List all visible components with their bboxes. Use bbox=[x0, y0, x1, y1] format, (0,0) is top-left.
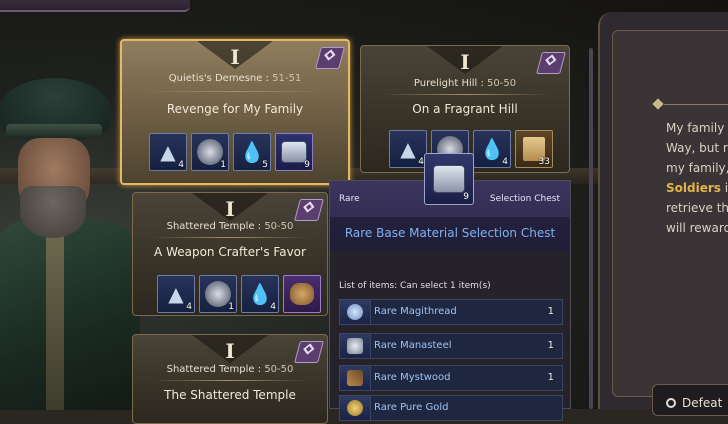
story-text-fragment: in bbox=[724, 181, 728, 195]
reward-item[interactable]: ▲ 4 bbox=[157, 275, 195, 313]
objective-label: Defeat bbox=[682, 396, 723, 410]
level-range: 51-51 bbox=[272, 73, 302, 84]
story-text-line: my family, bbox=[666, 161, 728, 175]
magithread-icon bbox=[340, 300, 371, 324]
crystal-icon: ▲ bbox=[160, 140, 176, 164]
story-text-line: Soldiers in bbox=[666, 181, 728, 195]
crystal-icon: ▲ bbox=[168, 282, 184, 306]
item-type: Selection Chest bbox=[489, 194, 560, 204]
selection-item-qty: 1 bbox=[547, 372, 554, 383]
item-name: Rare Base Material Selection Chest bbox=[344, 226, 556, 240]
crystal-icon: ▲ bbox=[400, 137, 416, 161]
story-divider bbox=[664, 104, 728, 105]
card-divider bbox=[381, 94, 549, 95]
ore-icon bbox=[290, 283, 314, 305]
reward-item[interactable]: 1 bbox=[199, 275, 237, 313]
selection-item-qty: 1 bbox=[547, 306, 554, 317]
selection-chest-icon bbox=[433, 165, 465, 193]
manasteel-icon bbox=[340, 334, 371, 358]
selection-list-title: List of items: Can select 1 item(s) bbox=[339, 281, 491, 291]
selection-item-name: Rare Mystwood bbox=[374, 372, 451, 383]
reward-item[interactable]: ▲ 4 bbox=[149, 133, 187, 171]
quest-location: Shattered Temple : 50-50 bbox=[166, 364, 294, 375]
story-text-line: retrieve the bbox=[666, 201, 728, 215]
reward-item[interactable]: ▲ 4 bbox=[389, 130, 427, 168]
quest-list-scrollbar[interactable] bbox=[589, 48, 593, 409]
hovered-reward-item[interactable]: 9 bbox=[424, 153, 474, 205]
location-name: Shattered Temple bbox=[166, 221, 255, 232]
location-name: Purelight Hill bbox=[413, 78, 478, 89]
npc-coat bbox=[0, 220, 140, 410]
mystwood-icon bbox=[340, 366, 371, 390]
quest-title: The Shattered Temple bbox=[164, 388, 296, 402]
reward-item[interactable]: 9 bbox=[275, 133, 313, 171]
quest-location: Purelight Hill : 50-50 bbox=[413, 78, 517, 89]
reward-row: ▲ 4 1 💧 4 bbox=[157, 275, 321, 313]
item-rarity: Rare bbox=[339, 194, 360, 204]
quest-location: Shattered Temple : 50-50 bbox=[166, 221, 294, 232]
quest-card[interactable]: I Shattered Temple : 50-50 A Weapon Craf… bbox=[132, 192, 328, 316]
selection-row[interactable]: Rare Manasteel 1 bbox=[339, 333, 563, 359]
item-tooltip: Rare Selection Chest Rare Base Material … bbox=[329, 180, 571, 421]
location-name: Shattered Temple bbox=[166, 364, 255, 375]
reward-item[interactable]: 1 bbox=[191, 133, 229, 171]
quest-location: Quietis's Demesne : 51-51 bbox=[168, 73, 302, 84]
npc-coat-trim bbox=[46, 230, 64, 410]
quest-title: Revenge for My Family bbox=[166, 102, 304, 116]
level-range: 50-50 bbox=[264, 364, 294, 375]
selection-row[interactable]: Rare Magithread 1 bbox=[339, 299, 563, 325]
selection-item-name: Rare Manasteel bbox=[374, 340, 452, 351]
reward-item[interactable]: 💧 5 bbox=[233, 133, 271, 171]
npc-turban-band bbox=[6, 124, 102, 138]
selection-row[interactable]: Rare Pure Gold bbox=[339, 395, 563, 421]
story-text-line: My family t bbox=[666, 121, 728, 135]
reward-item[interactable]: 💧 4 bbox=[241, 275, 279, 313]
selection-item-name: Rare Pure Gold bbox=[374, 402, 449, 413]
location-name: Quietis's Demesne bbox=[168, 73, 263, 84]
quest-title: On a Fragrant Hill bbox=[412, 102, 518, 116]
story-text-line: Way, but re bbox=[666, 141, 728, 155]
npc-beard bbox=[20, 186, 86, 238]
water-drop-icon: 💧 bbox=[247, 282, 273, 306]
card-divider bbox=[152, 237, 308, 238]
water-drop-icon: 💧 bbox=[239, 140, 265, 164]
reward-item[interactable]: 33 bbox=[515, 130, 553, 168]
quest-numeral: I bbox=[230, 45, 240, 69]
reward-item[interactable]: 💧 4 bbox=[473, 130, 511, 168]
quest-title: A Weapon Crafter's Favor bbox=[154, 245, 306, 259]
level-range: 50-50 bbox=[264, 221, 294, 232]
card-divider bbox=[152, 380, 308, 381]
reward-row: ▲ 4 1 💧 5 9 bbox=[149, 133, 313, 171]
selection-item-qty: 1 bbox=[547, 340, 554, 351]
story-text-line: will reward bbox=[666, 221, 728, 235]
selection-row[interactable]: Rare Mystwood 1 bbox=[339, 365, 563, 391]
selection-item-name: Rare Magithread bbox=[374, 306, 457, 317]
pure-gold-icon bbox=[340, 396, 371, 420]
level-range: 50-50 bbox=[487, 78, 517, 89]
story-highlight: Soldiers bbox=[666, 181, 721, 195]
reward-item[interactable] bbox=[283, 275, 321, 313]
quest-card[interactable]: I Quietis's Demesne : 51-51 Revenge for … bbox=[120, 39, 350, 185]
objective-radio-icon[interactable] bbox=[666, 398, 676, 408]
quest-card[interactable]: I Shattered Temple : 50-50 The Shattered… bbox=[132, 334, 328, 424]
npc-character bbox=[0, 40, 140, 410]
top-panel-edge bbox=[0, 0, 190, 12]
water-drop-icon: 💧 bbox=[479, 137, 505, 161]
card-divider bbox=[144, 91, 326, 92]
